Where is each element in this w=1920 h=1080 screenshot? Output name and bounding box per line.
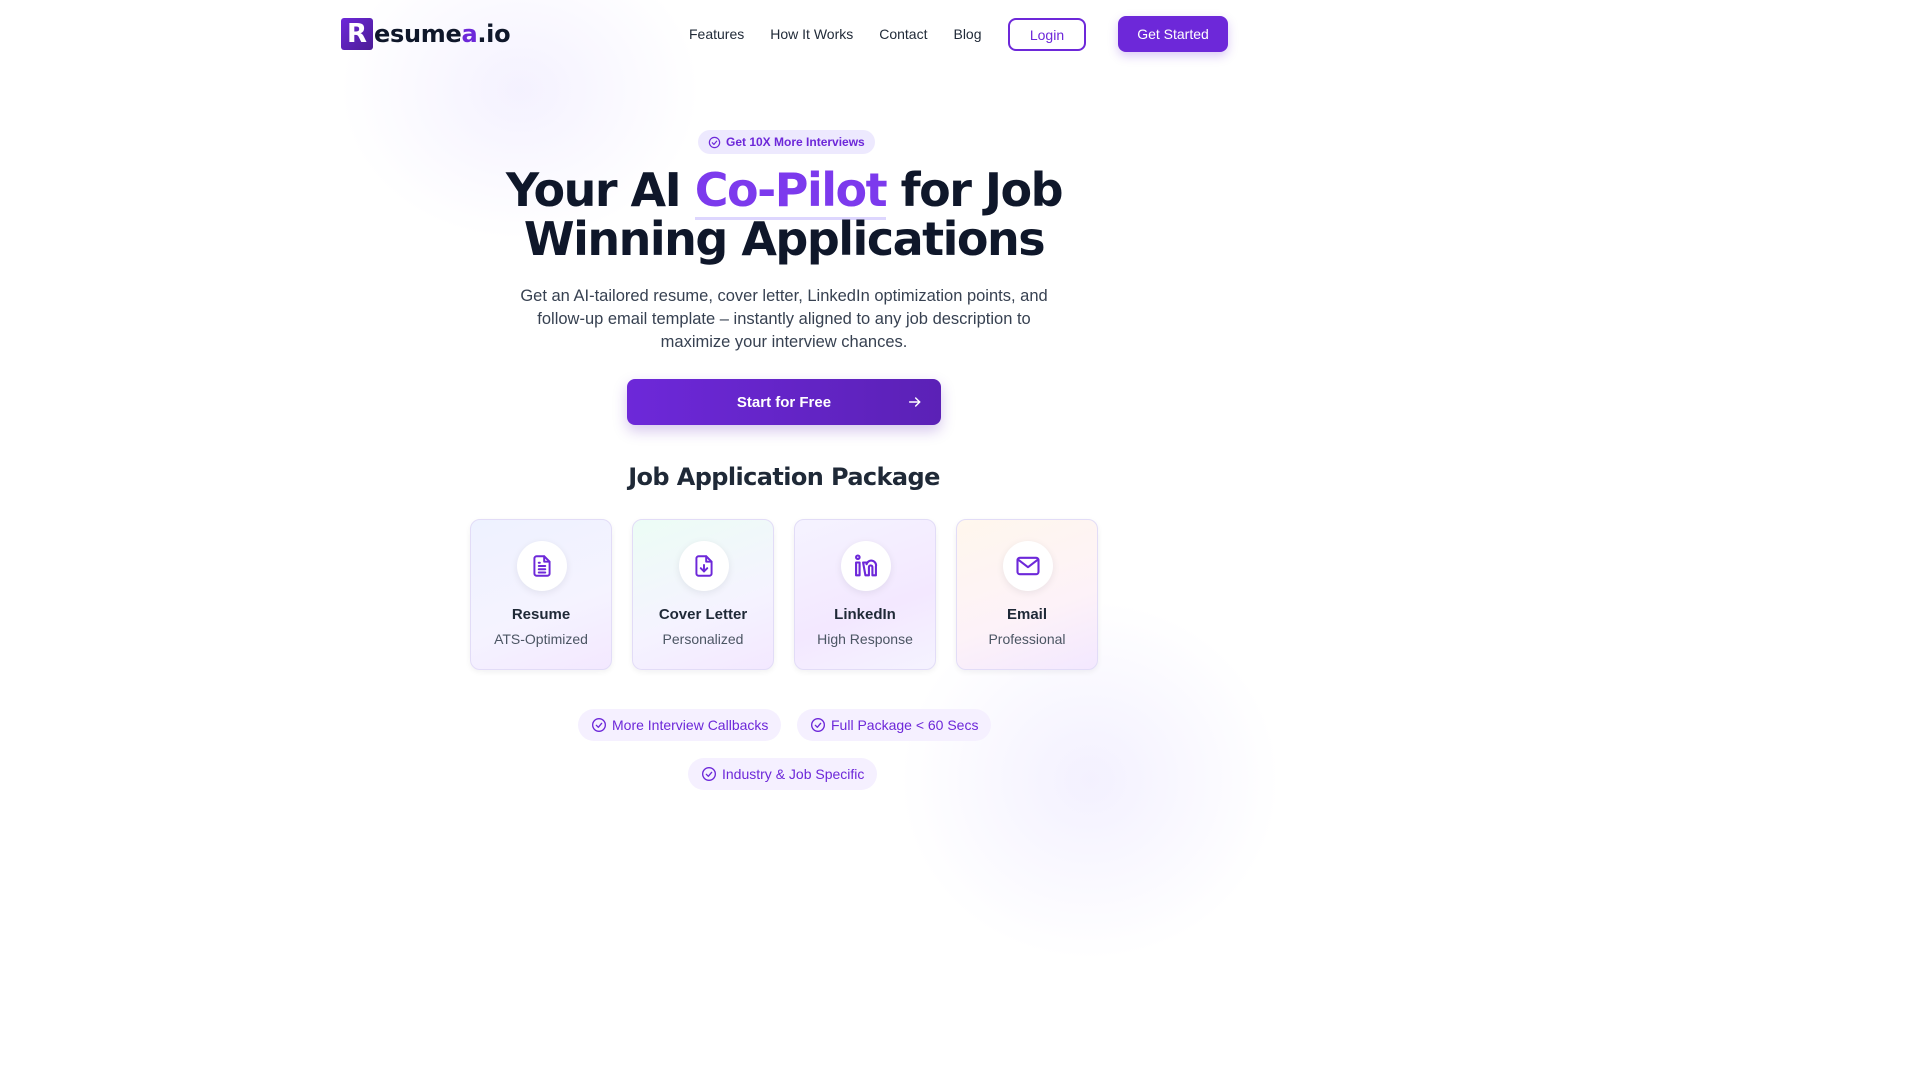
card-icon-wrap <box>679 541 729 591</box>
feature-pill-callbacks: More Interview Callbacks <box>578 709 782 741</box>
hero-title-line2: Winning Applications <box>523 212 1046 266</box>
package-cards: Resume ATS-Optimized Cover Letter Person… <box>470 519 1098 670</box>
nav-link-how-it-works[interactable]: How It Works <box>770 25 853 43</box>
check-circle-icon <box>811 718 825 732</box>
card-subtitle: Professional <box>988 631 1066 647</box>
logo-mark: R <box>341 18 373 50</box>
hero-title-part2: for Job <box>886 163 1064 217</box>
feature-pill-label: Industry & Job Specific <box>722 766 865 782</box>
card-icon-wrap <box>841 541 891 591</box>
nav-link-features[interactable]: Features <box>689 25 744 43</box>
mail-icon <box>1016 556 1040 576</box>
logo-text: esume <box>374 20 462 48</box>
hero-title: Your AI Co-Pilot for Job Winning Applica… <box>0 163 1568 266</box>
card-subtitle: High Response <box>817 631 913 647</box>
card-linkedin[interactable]: LinkedIn High Response <box>794 519 936 670</box>
start-for-free-button[interactable]: Start for Free <box>627 379 941 425</box>
check-circle-icon <box>702 767 716 781</box>
feature-pill-label: Full Package < 60 Secs <box>831 717 979 733</box>
card-title: Resume <box>511 606 571 623</box>
check-circle-icon <box>592 718 606 732</box>
hero-badge: Get 10X More Interviews <box>698 130 875 154</box>
feature-pill-speed: Full Package < 60 Secs <box>797 709 992 741</box>
feature-pill-industry: Industry & Job Specific <box>688 758 878 790</box>
logo[interactable]: R esume a .io <box>341 18 511 50</box>
get-started-button[interactable]: Get Started <box>1118 16 1228 52</box>
nav-links: Features How It Works Contact Blog <box>689 25 1008 43</box>
card-resume[interactable]: Resume ATS-Optimized <box>470 519 612 670</box>
check-circle-icon <box>708 136 721 148</box>
file-download-icon <box>695 555 713 577</box>
card-cover-letter[interactable]: Cover Letter Personalized <box>632 519 774 670</box>
package-title: Job Application Package <box>628 463 940 491</box>
nav-link-blog[interactable]: Blog <box>953 25 981 43</box>
hero-title-part1: Your AI <box>505 163 695 217</box>
card-email[interactable]: Email Professional <box>956 519 1098 670</box>
hero-badge-label: Get 10X More Interviews <box>726 135 865 149</box>
card-subtitle: ATS-Optimized <box>494 631 588 647</box>
card-subtitle: Personalized <box>662 631 744 647</box>
hero-subtitle: Get an AI-tailored resume, cover letter,… <box>520 287 1048 351</box>
logo-suffix: .io <box>477 20 511 48</box>
card-title: Cover Letter <box>658 606 748 623</box>
linkedin-icon <box>855 554 878 577</box>
feature-pill-label: More Interview Callbacks <box>612 717 769 733</box>
card-icon-wrap <box>517 541 567 591</box>
arrow-right-icon <box>908 397 921 407</box>
top-navigation: R esume a .io Features How It Works Cont… <box>0 0 1568 70</box>
logo-accent: a <box>461 20 478 48</box>
start-for-free-label: Start for Free <box>736 393 832 411</box>
card-title: LinkedIn <box>834 606 896 623</box>
card-title: Email <box>1006 606 1048 623</box>
login-button[interactable]: Login <box>1008 18 1086 51</box>
document-icon <box>533 555 551 577</box>
nav-link-contact[interactable]: Contact <box>879 25 927 43</box>
card-icon-wrap <box>1003 541 1053 591</box>
